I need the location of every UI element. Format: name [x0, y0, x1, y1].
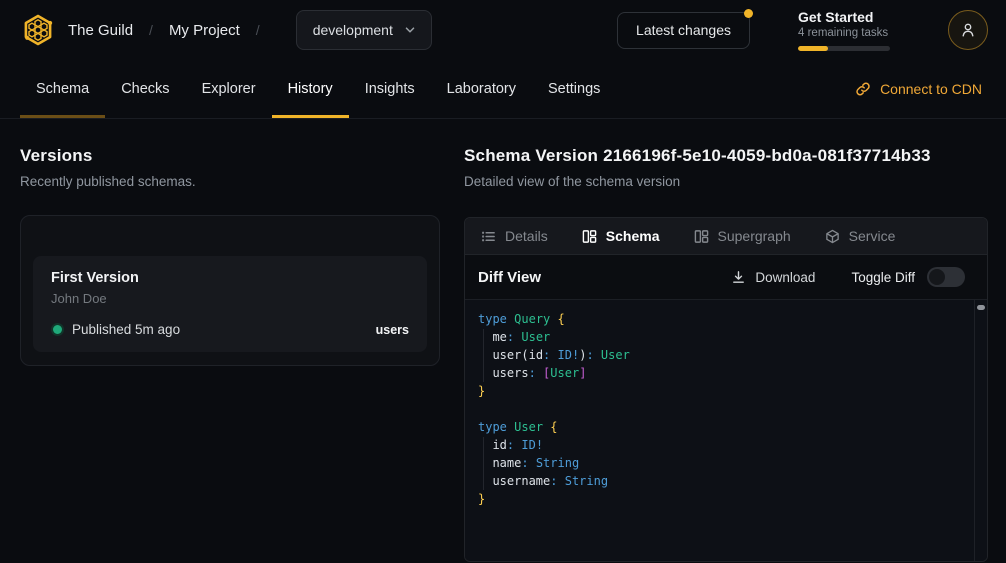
- code-line: me: User: [478, 328, 963, 346]
- list-icon: [481, 229, 496, 244]
- code-line: id: ID!: [478, 436, 963, 454]
- nav-tab-label: Settings: [548, 81, 600, 97]
- chevron-down-icon: [403, 23, 417, 37]
- detail-tab-schema[interactable]: Schema: [582, 228, 660, 244]
- tab-underline: [272, 115, 349, 118]
- detail-tab-supergraph[interactable]: Supergraph: [694, 228, 791, 244]
- nav-tab-label: Checks: [121, 81, 169, 97]
- version-list-card: First Version John Doe Published 5m ago …: [20, 215, 440, 366]
- detail-tab-label: Service: [849, 228, 896, 244]
- get-started-progress-fill: [798, 46, 828, 51]
- tab-underline: [186, 115, 272, 118]
- toggle-diff-switch[interactable]: [927, 267, 965, 287]
- detail-tab-label: Schema: [606, 228, 660, 244]
- nav-tab-laboratory[interactable]: Laboratory: [431, 60, 532, 118]
- code-line: type User {: [478, 418, 963, 436]
- link-chain-icon: [855, 81, 871, 97]
- versions-subtitle: Recently published schemas.: [20, 174, 440, 189]
- schema-code-viewer[interactable]: type Query { me: User user(id: ID!): Use…: [465, 300, 987, 561]
- version-service-badge: users: [376, 323, 409, 337]
- get-started-progressbar: [798, 46, 890, 51]
- diff-view-toolbar: Diff View Download Toggle Diff: [465, 255, 987, 300]
- version-status-text: Published 5m ago: [72, 322, 180, 337]
- project-nav: Schema Checks Explorer History Insights …: [0, 60, 1006, 119]
- download-button[interactable]: Download: [731, 270, 815, 285]
- connect-to-cdn-link[interactable]: Connect to CDN: [855, 60, 982, 118]
- download-label: Download: [755, 270, 815, 285]
- nav-tab-label: Explorer: [202, 81, 256, 97]
- hive-logo-icon[interactable]: [20, 12, 56, 48]
- nav-tab-label: History: [288, 81, 333, 97]
- toggle-diff-label: Toggle Diff: [851, 270, 915, 285]
- schema-version-subtitle: Detailed view of the schema version: [464, 174, 988, 189]
- cube-icon: [825, 229, 840, 244]
- nav-tab-history[interactable]: History: [272, 60, 349, 118]
- latest-changes-button[interactable]: Latest changes: [617, 12, 750, 49]
- nav-tab-explorer[interactable]: Explorer: [186, 60, 272, 118]
- nav-tab-settings[interactable]: Settings: [532, 60, 616, 118]
- detail-tab-service[interactable]: Service: [825, 228, 896, 244]
- breadcrumb-separator: /: [149, 22, 153, 38]
- version-name: First Version: [51, 270, 409, 286]
- version-list-item[interactable]: First Version John Doe Published 5m ago …: [33, 256, 427, 352]
- versions-title: Versions: [20, 146, 440, 166]
- target-selector[interactable]: development: [296, 10, 432, 50]
- code-line: }: [478, 490, 963, 508]
- breadcrumb-project[interactable]: My Project: [169, 22, 240, 39]
- download-icon: [731, 270, 746, 285]
- detail-tab-label: Details: [505, 228, 548, 244]
- nav-tab-label: Laboratory: [447, 81, 516, 97]
- graphql-schema-code: type Query { me: User user(id: ID!): Use…: [478, 310, 963, 508]
- code-scrollbar-thumb[interactable]: [977, 305, 985, 310]
- detail-tab-details[interactable]: Details: [481, 228, 548, 244]
- nav-tab-insights[interactable]: Insights: [349, 60, 431, 118]
- schema-version-title: Schema Version 2166196f-5e10-4059-bd0a-0…: [464, 146, 988, 166]
- nav-tab-label: Insights: [365, 81, 415, 97]
- nav-tab-checks[interactable]: Checks: [105, 60, 185, 118]
- tab-underline: [105, 115, 185, 118]
- get-started-widget[interactable]: Get Started 4 remaining tasks: [798, 9, 890, 51]
- schema-version-panel: Schema Version 2166196f-5e10-4059-bd0a-0…: [464, 119, 1006, 562]
- version-author: John Doe: [51, 291, 409, 306]
- panels-icon: [694, 229, 709, 244]
- indent-guide: [483, 329, 484, 382]
- code-line: name: String: [478, 454, 963, 472]
- schema-version-detail-box: Details Schema: [464, 217, 988, 562]
- switch-knob: [929, 269, 945, 285]
- tab-underline: [431, 115, 532, 118]
- tab-underline: [532, 115, 616, 118]
- indent-guide: [483, 437, 484, 490]
- nav-tab-label: Schema: [36, 81, 89, 97]
- user-avatar[interactable]: [948, 10, 988, 50]
- nav-tab-schema[interactable]: Schema: [20, 60, 105, 118]
- diff-view-title: Diff View: [478, 269, 541, 286]
- code-scrollbar-track[interactable]: [974, 300, 987, 561]
- code-line: [478, 400, 963, 418]
- code-line: users: [User]: [478, 364, 963, 382]
- code-line: type Query {: [478, 310, 963, 328]
- code-line: username: String: [478, 472, 963, 490]
- panels-icon: [582, 229, 597, 244]
- person-icon: [959, 21, 977, 39]
- detail-tab-label: Supergraph: [718, 228, 791, 244]
- versions-panel: Versions Recently published schemas. Fir…: [0, 119, 464, 562]
- toggle-diff-group: Toggle Diff: [851, 267, 965, 287]
- version-status-row: Published 5m ago users: [51, 322, 409, 337]
- notification-dot: [744, 9, 753, 18]
- code-line: }: [478, 382, 963, 400]
- get-started-title: Get Started: [798, 9, 890, 25]
- connect-to-cdn-label: Connect to CDN: [880, 81, 982, 97]
- get-started-subtitle: 4 remaining tasks: [798, 27, 890, 39]
- published-status-icon: [53, 325, 62, 334]
- main-content: Versions Recently published schemas. Fir…: [0, 119, 1006, 562]
- tab-underline: [349, 115, 431, 118]
- target-selector-value: development: [313, 22, 393, 38]
- detail-tabbar: Details Schema: [465, 218, 987, 255]
- app-header: The Guild / My Project / development Lat…: [0, 0, 1006, 60]
- code-line: user(id: ID!): User: [478, 346, 963, 364]
- tab-underline: [20, 115, 105, 118]
- breadcrumb-separator: /: [256, 22, 260, 38]
- latest-changes-label: Latest changes: [636, 22, 731, 38]
- breadcrumb-org[interactable]: The Guild: [68, 22, 133, 39]
